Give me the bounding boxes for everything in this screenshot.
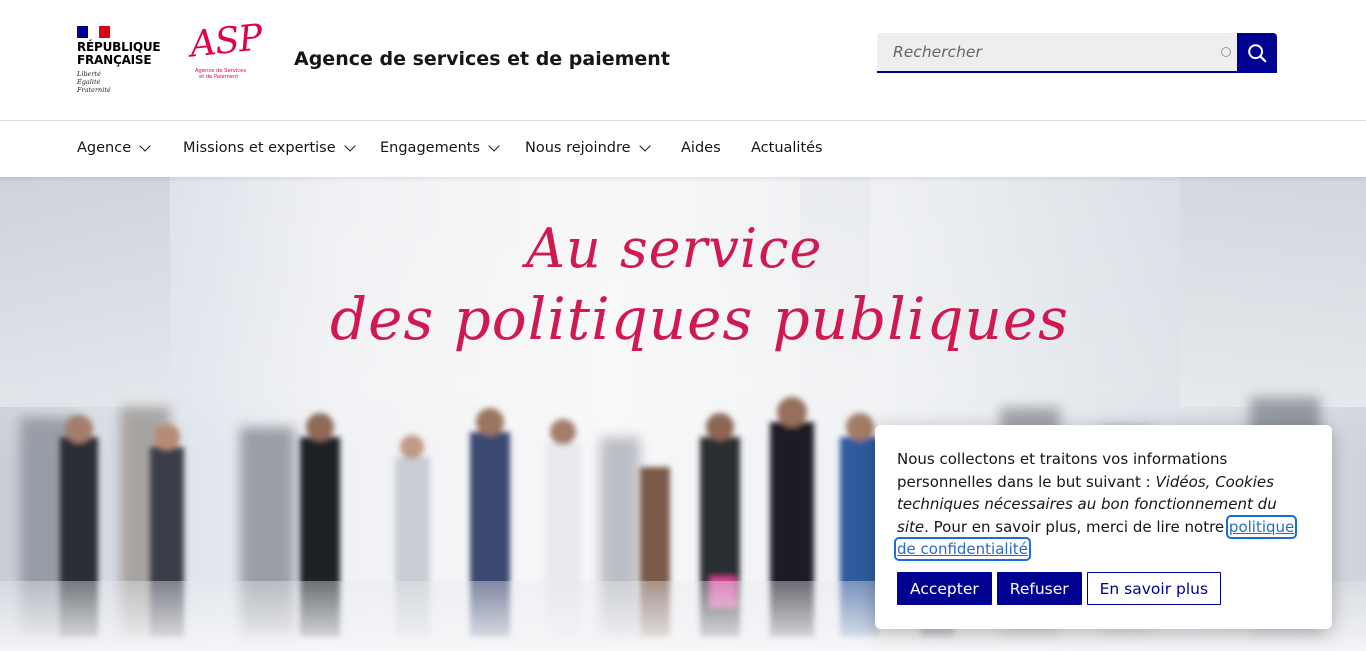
nav-item-nous-rejoindre[interactable]: Nous rejoindre [525, 140, 651, 156]
cookie-text-more: . Pour en savoir plus, merci de lire not… [924, 517, 1229, 536]
learn-more-button[interactable]: En savoir plus [1086, 572, 1222, 605]
hero-background-building [0, 177, 170, 407]
nav-item-label: Aides [681, 140, 721, 156]
cookie-message: Nous collectons et traitons vos informat… [893, 448, 1310, 561]
refuse-button[interactable]: Refuser [996, 572, 1082, 605]
cookie-buttons: Accepter Refuser En savoir plus [897, 572, 1222, 605]
search-bar [877, 33, 1277, 73]
chevron-down-icon [638, 140, 651, 152]
search-input[interactable] [877, 33, 1237, 73]
nav-item-missions-et-expertise[interactable]: Missions et expertise [183, 140, 356, 156]
asp-logo[interactable]: ASP Agence de Services et de Paiement [188, 17, 264, 94]
cookie-consent-banner: Nous collectons et traitons vos informat… [875, 425, 1332, 629]
hero-title-line2: des politiques publiques [330, 285, 1069, 353]
search-button[interactable] [1237, 33, 1277, 73]
hero-background-building [1180, 177, 1366, 407]
asp-logo-mark: ASP [187, 17, 264, 66]
search-icon [1248, 44, 1267, 63]
loading-spinner-icon [1221, 47, 1231, 57]
republique-francaise-logo[interactable]: RÉPUBLIQUE FRANÇAISE Liberté Égalité Fra… [77, 26, 161, 94]
nav-item-agence[interactable]: Agence [77, 140, 151, 156]
nav-item-aides[interactable]: Aides [681, 140, 721, 156]
chevron-down-icon [139, 140, 151, 152]
nav-item-label: Nous rejoindre [525, 140, 631, 156]
chevron-down-icon [488, 140, 500, 152]
devise-egalite: Égalité [77, 78, 101, 86]
chevron-down-icon [343, 140, 356, 152]
devise-fraternite: Fraternité [77, 86, 111, 94]
nav-item-actualites[interactable]: Actualités [751, 140, 823, 156]
site-header: RÉPUBLIQUE FRANÇAISE Liberté Égalité Fra… [0, 0, 1366, 121]
accept-button[interactable]: Accepter [897, 572, 992, 605]
nav-item-engagements[interactable]: Engagements [380, 140, 500, 156]
cookie-text-end: . [1027, 540, 1033, 558]
nav-item-label: Engagements [380, 140, 481, 156]
asp-sub-line2: et de Paiement [199, 74, 239, 80]
nav-item-label: Missions et expertise [183, 140, 336, 156]
main-navigation: Agence Missions et expertise Engagements… [0, 122, 1366, 177]
nav-item-label: Actualités [751, 140, 823, 156]
francaise-label: FRANÇAISE [77, 53, 152, 67]
devise-liberte: Liberté [77, 70, 101, 78]
asp-logo-subtitle: Agence de Services et de Paiement [190, 68, 260, 80]
nav-item-label: Agence [77, 140, 132, 156]
site-title[interactable]: Agence de services et de paiement [294, 48, 670, 70]
french-flag-icon [77, 26, 110, 38]
devise: Liberté Égalité Fraternité [77, 70, 157, 94]
hero-title-line1: Au service [526, 217, 823, 280]
